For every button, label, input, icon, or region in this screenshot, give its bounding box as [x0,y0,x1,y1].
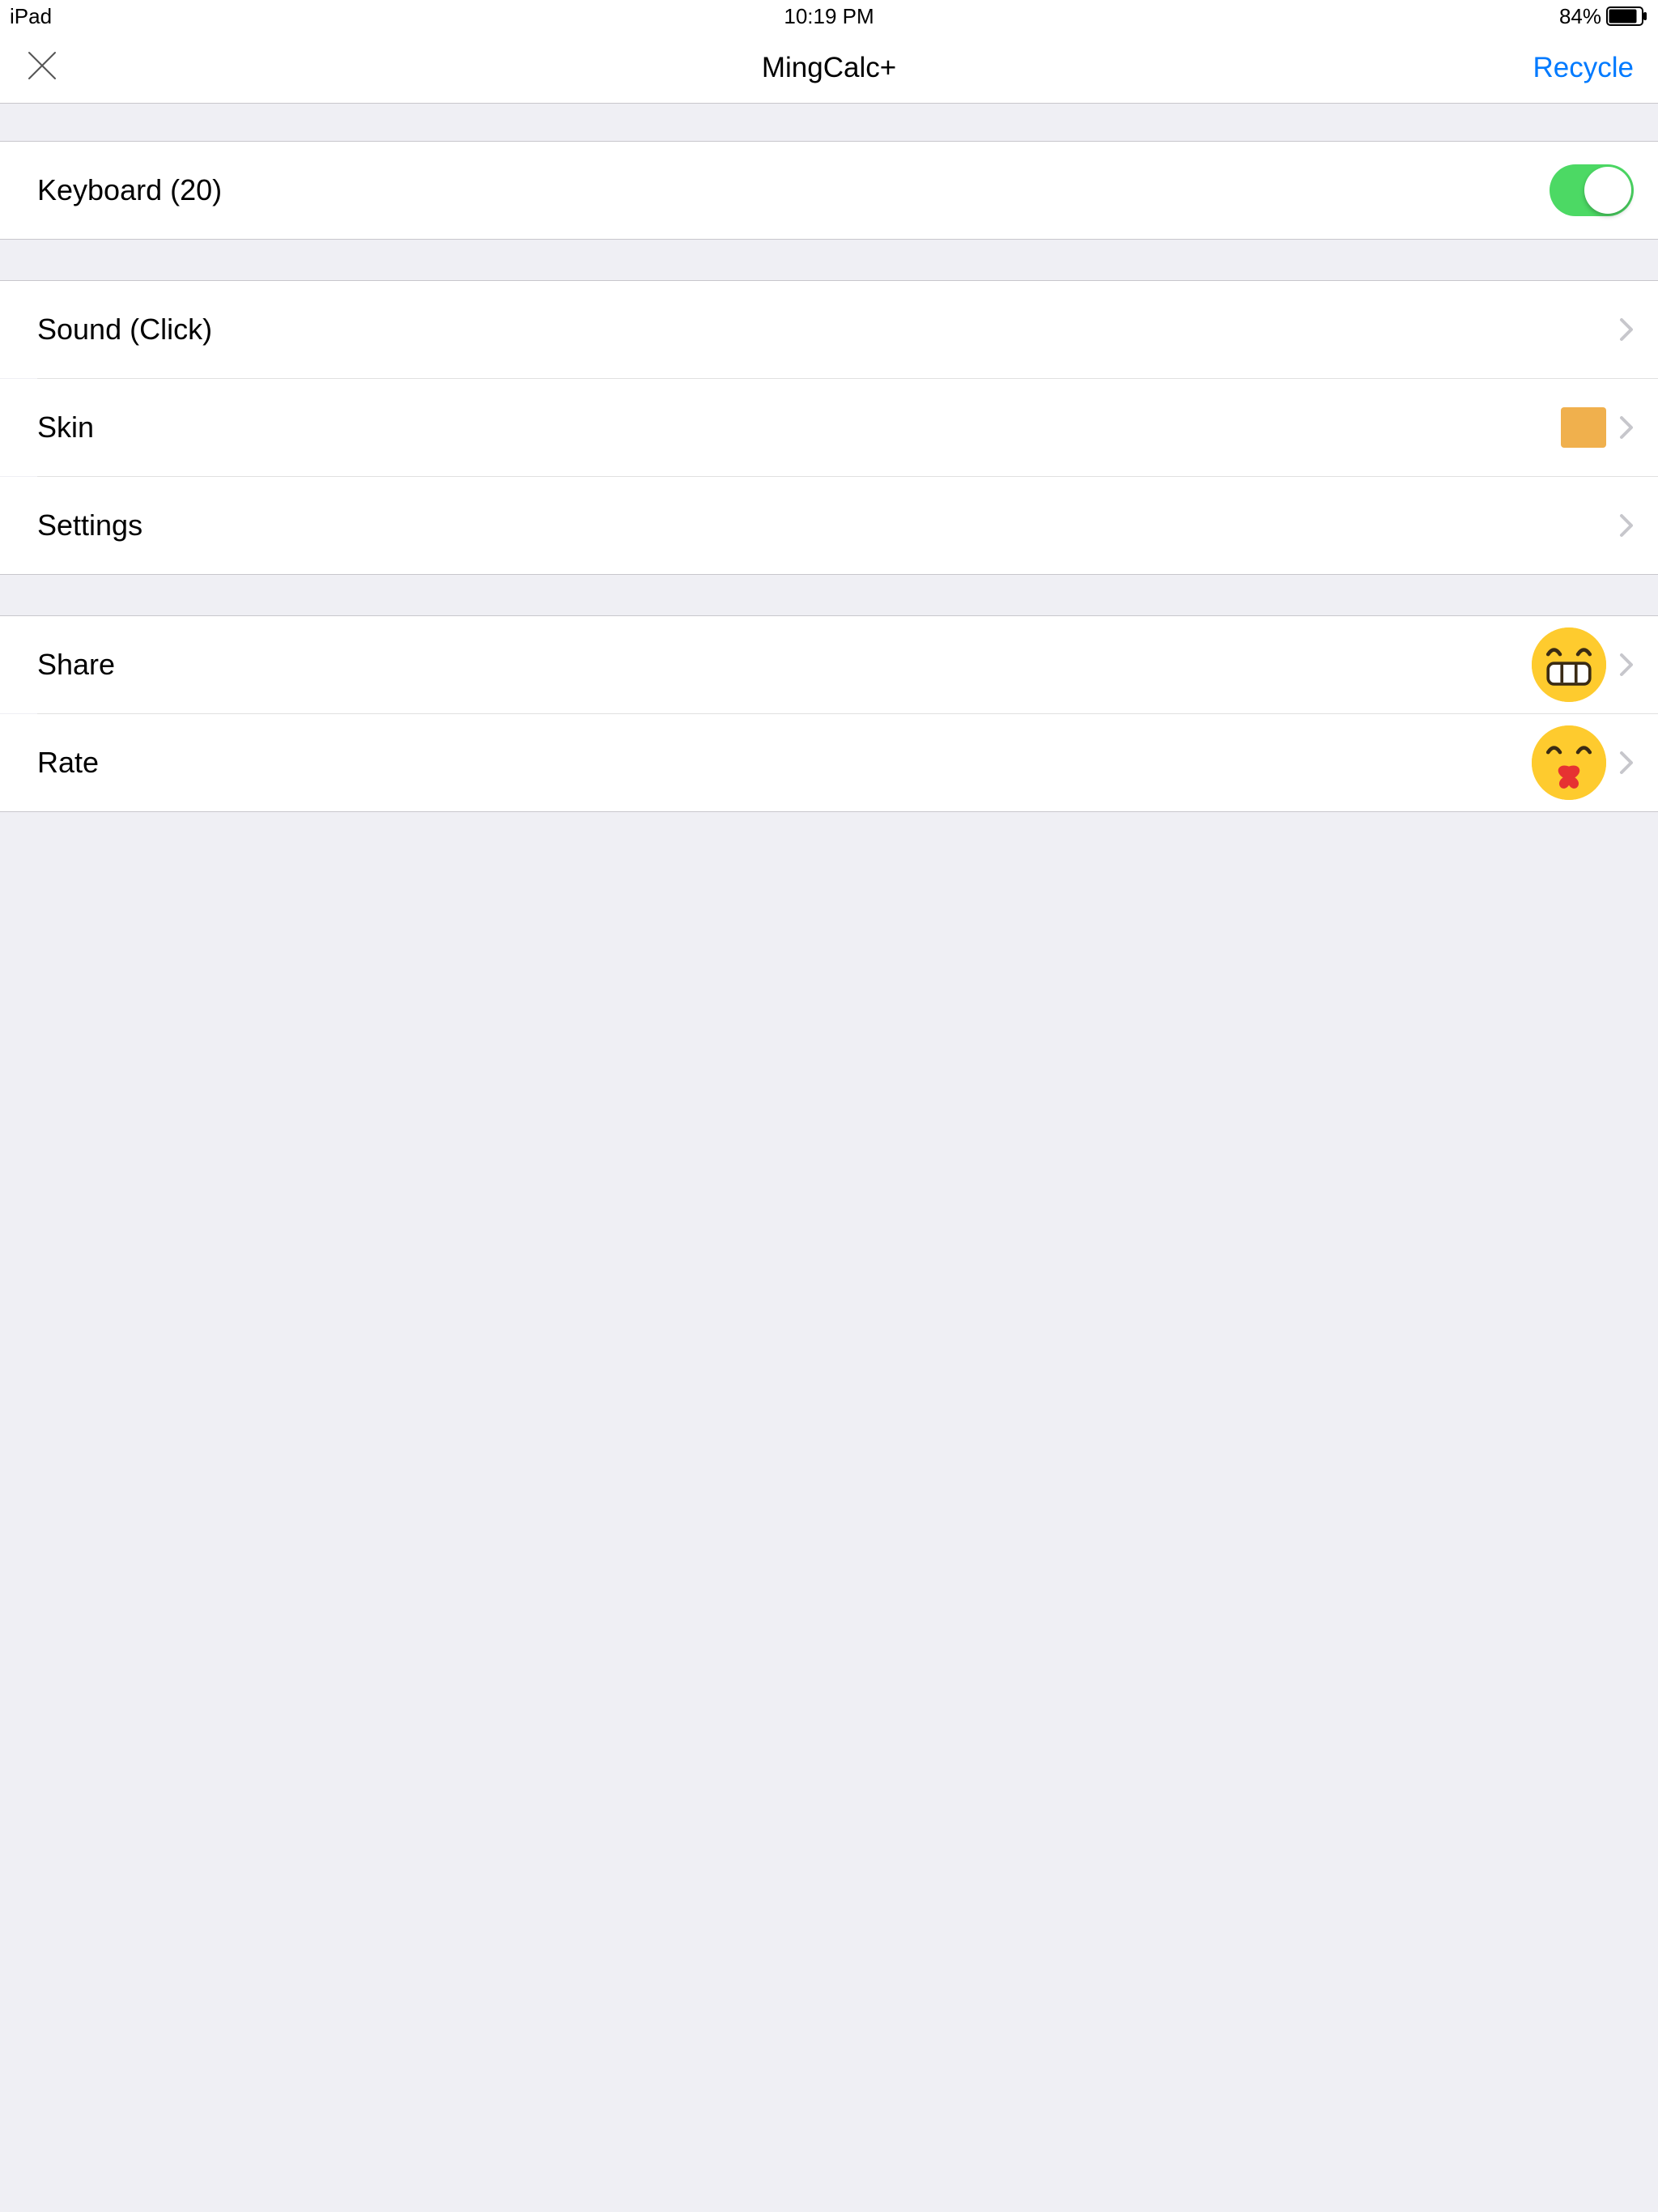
keyboard-toggle[interactable] [1550,164,1634,216]
row-sound[interactable]: Sound (Click) [0,281,1658,378]
row-keyboard-label: Keyboard (20) [37,173,222,207]
row-sound-label: Sound (Click) [37,313,212,347]
row-skin[interactable]: Skin [0,379,1658,476]
row-rate[interactable]: Rate [0,714,1658,811]
row-rate-label: Rate [37,746,99,780]
status-device-label: iPad [10,4,556,29]
skin-color-swatch [1561,407,1606,448]
status-right: 84% [1102,4,1648,29]
section-community: Share Rate [0,615,1658,812]
row-settings-label: Settings [37,508,142,542]
status-bar: iPad 10:19 PM 84% [0,0,1658,32]
status-battery-pct: 84% [1559,4,1601,29]
kiss-emoji-icon [1532,725,1606,800]
battery-icon [1606,6,1648,26]
row-share-label: Share [37,648,115,682]
chevron-right-icon [1619,653,1634,677]
recycle-button[interactable]: Recycle [1533,52,1634,84]
row-keyboard: Keyboard (20) [0,142,1658,239]
nav-bar: MingCalc+ Recycle [0,32,1658,104]
row-skin-label: Skin [37,410,94,445]
section-keyboard: Keyboard (20) [0,141,1658,240]
chevron-right-icon [1619,751,1634,775]
row-share[interactable]: Share [0,616,1658,713]
chevron-right-icon [1619,317,1634,342]
grin-emoji-icon [1532,627,1606,702]
nav-title: MingCalc+ [561,52,1098,84]
chevron-right-icon [1619,415,1634,440]
close-button[interactable] [24,48,60,87]
section-preferences: Sound (Click) Skin Settings [0,280,1658,575]
status-time: 10:19 PM [556,4,1103,29]
chevron-right-icon [1619,513,1634,538]
row-settings[interactable]: Settings [0,477,1658,574]
